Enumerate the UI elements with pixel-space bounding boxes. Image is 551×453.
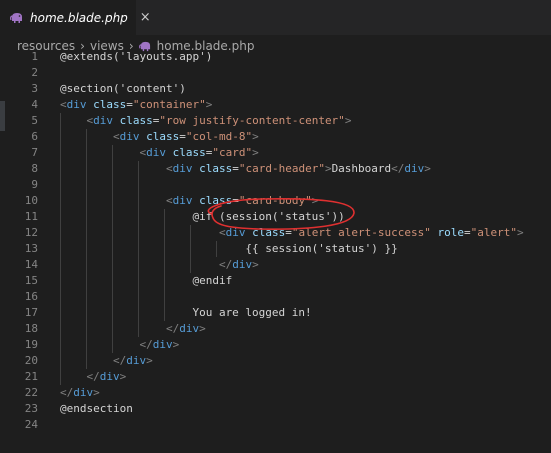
code-line[interactable]: 6 <div class="col-md-8"> <box>0 129 551 145</box>
line-number: 21 <box>24 370 38 383</box>
line-number: 17 <box>24 306 38 319</box>
code-text: <div class="card-header">Dashboard</div> <box>165 162 431 175</box>
code-line[interactable]: 8 <div class="card-header">Dashboard</di… <box>0 161 551 177</box>
code-line[interactable]: 5 <div class="row justify-content-center… <box>0 113 551 129</box>
line-number: 16 <box>24 290 38 303</box>
line-number: 19 <box>24 338 38 351</box>
code-text: @extends('layouts.app') <box>60 50 213 63</box>
code-text: </div> <box>112 354 153 367</box>
code-line[interactable]: 7 <div class="card"> <box>0 145 551 161</box>
code-line[interactable]: 17 You are logged in! <box>0 305 551 321</box>
line-number: 11 <box>24 210 38 223</box>
line-number: 20 <box>24 354 38 367</box>
code-text: </div> <box>86 370 127 383</box>
code-text: @endsection <box>60 402 133 415</box>
line-number: 24 <box>24 418 38 431</box>
code-text: @section('content') <box>60 82 186 95</box>
tab-home-blade[interactable]: home.blade.php × <box>0 0 151 35</box>
line-number: 10 <box>24 194 38 207</box>
code-text: {{ session('status') }} <box>60 242 398 255</box>
code-line[interactable]: 11 @if (session('status')) <box>0 209 551 225</box>
line-number: 9 <box>31 178 38 191</box>
code-line[interactable]: 1 @extends('layouts.app') <box>0 49 551 65</box>
code-line[interactable]: 24 <box>0 417 551 433</box>
code-text: <div class="col-md-8"> <box>112 130 259 143</box>
code-text: </div> <box>165 322 206 335</box>
tab-title: home.blade.php <box>30 10 128 25</box>
code-text: <div class="card-body"> <box>165 194 319 207</box>
code-text: </div> <box>139 338 180 351</box>
line-number: 2 <box>31 66 38 79</box>
line-number: 5 <box>31 114 38 127</box>
line-number: 14 <box>24 258 38 271</box>
close-icon[interactable]: × <box>140 10 151 25</box>
code-line[interactable]: 15 @endif <box>0 273 551 289</box>
line-number: 15 <box>24 274 38 287</box>
line-number: 6 <box>31 130 38 143</box>
code-text: You are logged in! <box>60 306 312 319</box>
code-text: <div class="card"> <box>139 146 259 159</box>
code-line[interactable]: 22 </div> <box>0 385 551 401</box>
code-line[interactable]: 2 <box>0 65 551 81</box>
code-line[interactable]: 21 </div> <box>0 369 551 385</box>
line-number: 22 <box>24 386 38 399</box>
code-text: @endif <box>60 274 233 287</box>
line-number: 23 <box>24 402 38 415</box>
editor-area[interactable]: 1 @extends('layouts.app') 2 3 @section('cont… <box>0 49 551 453</box>
code-text: <div class="row justify-content-center"> <box>86 114 352 127</box>
line-number: 7 <box>31 146 38 159</box>
line-number: 12 <box>24 226 38 239</box>
code-line[interactable]: 10 <div class="card-body"> <box>0 193 551 209</box>
code-line[interactable]: 16 <box>0 289 551 305</box>
code-line[interactable]: 3 @section('content') <box>0 81 551 97</box>
code-line[interactable]: 23 @endsection <box>0 401 551 417</box>
code-line[interactable]: 19 </div> <box>0 337 551 353</box>
code-editor-window: home.blade.php × resources › views › hom… <box>0 0 551 453</box>
code-line[interactable]: 14 </div> <box>0 257 551 273</box>
code-line[interactable]: 4 <div class="container"> <box>0 97 551 113</box>
code-line[interactable]: 20 </div> <box>0 353 551 369</box>
php-elephant-icon <box>10 10 24 26</box>
code-line[interactable]: 13 {{ session('status') }} <box>0 241 551 257</box>
code-line[interactable]: 9 <box>0 177 551 193</box>
code-text: </div> <box>60 386 100 399</box>
line-number: 4 <box>31 98 38 111</box>
vertical-scrollbar[interactable] <box>537 57 551 453</box>
code-line[interactable]: 12 <div class="alert alert-success" role… <box>0 225 551 241</box>
line-number: 18 <box>24 322 38 335</box>
code-text: <div class="container"> <box>60 98 213 111</box>
code-text: </div> <box>218 258 259 271</box>
line-number: 3 <box>31 82 38 95</box>
line-number: 1 <box>31 50 38 63</box>
tab-bar: home.blade.php × <box>0 0 551 35</box>
code-text: @if (session('status')) <box>60 210 345 223</box>
code-text: <div class="alert alert-success" role="a… <box>218 226 524 239</box>
line-number: 13 <box>24 242 38 255</box>
code-line[interactable]: 18 </div> <box>0 321 551 337</box>
line-number: 8 <box>31 162 38 175</box>
